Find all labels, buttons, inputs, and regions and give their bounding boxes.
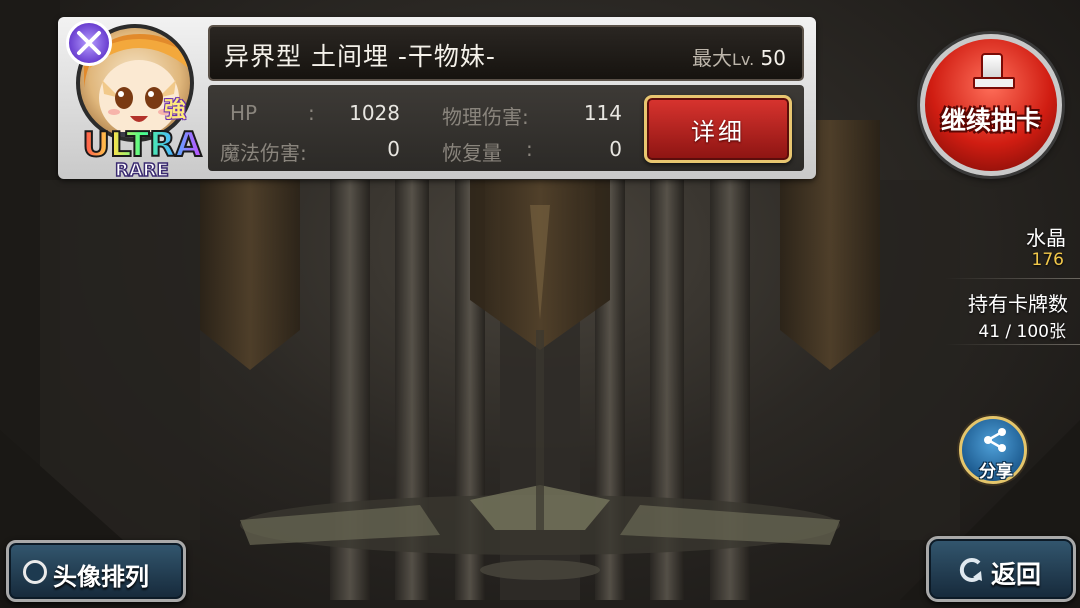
card-title-bar: 异界型 土间埋 -干物妹- 最大Lv. 50 bbox=[208, 25, 804, 81]
rarity-line2: RARE bbox=[115, 160, 169, 178]
hud-divider bbox=[945, 344, 1080, 345]
hp-value: 1028 bbox=[349, 101, 400, 125]
physical-damage-value: 114 bbox=[583, 101, 622, 125]
hp-colon: : bbox=[308, 101, 315, 125]
heal-colon: : bbox=[526, 137, 533, 161]
max-level: 最大Lv. 50 bbox=[692, 42, 786, 71]
magic-damage-label: 魔法伤害: bbox=[220, 141, 307, 165]
detail-button-label: 详细 bbox=[691, 117, 745, 146]
heal-label: 恢复量 bbox=[442, 141, 502, 165]
back-label: 返回 bbox=[991, 560, 1042, 589]
magic-damage-value: 0 bbox=[387, 137, 400, 161]
share-icon bbox=[984, 428, 1006, 452]
continue-gacha-button[interactable]: 继续抽卡 bbox=[920, 34, 1062, 176]
hud-divider bbox=[945, 278, 1080, 279]
card-name: 异界型 土间埋 -干物妹- bbox=[224, 42, 496, 71]
rarity-line1: ULTRA bbox=[82, 125, 202, 165]
physical-damage-label: 物理伤害: bbox=[442, 105, 529, 129]
share-button[interactable]: 分享 bbox=[959, 416, 1027, 484]
circle-icon bbox=[23, 560, 47, 584]
max-level-lv: Lv. bbox=[731, 50, 755, 69]
detail-button[interactable]: 详细 bbox=[644, 95, 792, 163]
max-level-value: 50 bbox=[760, 46, 786, 70]
ultra-rare-logo: ULTRA RARE bbox=[81, 124, 203, 178]
avatar-sort-label: 头像排列 bbox=[53, 563, 149, 591]
owned-cards-label: 持有卡牌数 bbox=[968, 292, 1068, 316]
hp-label: HP bbox=[230, 101, 258, 125]
gacha-capsule-icon bbox=[973, 53, 1015, 89]
owned-cards-value: 41 / 100张 bbox=[978, 322, 1066, 342]
max-level-prefix: 最大 bbox=[691, 46, 732, 70]
crossed-swords-icon bbox=[66, 20, 112, 66]
crystal-label: 水晶 bbox=[1026, 226, 1066, 250]
crystal-value: 176 bbox=[1031, 250, 1064, 270]
share-label: 分享 bbox=[979, 462, 1013, 482]
return-arrow-icon bbox=[959, 558, 982, 582]
heal-value: 0 bbox=[609, 137, 622, 161]
avatar-sort-button[interactable]: 头像排列 bbox=[6, 540, 186, 602]
back-button[interactable]: 返回 bbox=[926, 536, 1076, 602]
continue-gacha-label: 继续抽卡 bbox=[940, 106, 1041, 135]
card-avatar-badge: 強 ULTRA RARE bbox=[64, 20, 220, 178]
